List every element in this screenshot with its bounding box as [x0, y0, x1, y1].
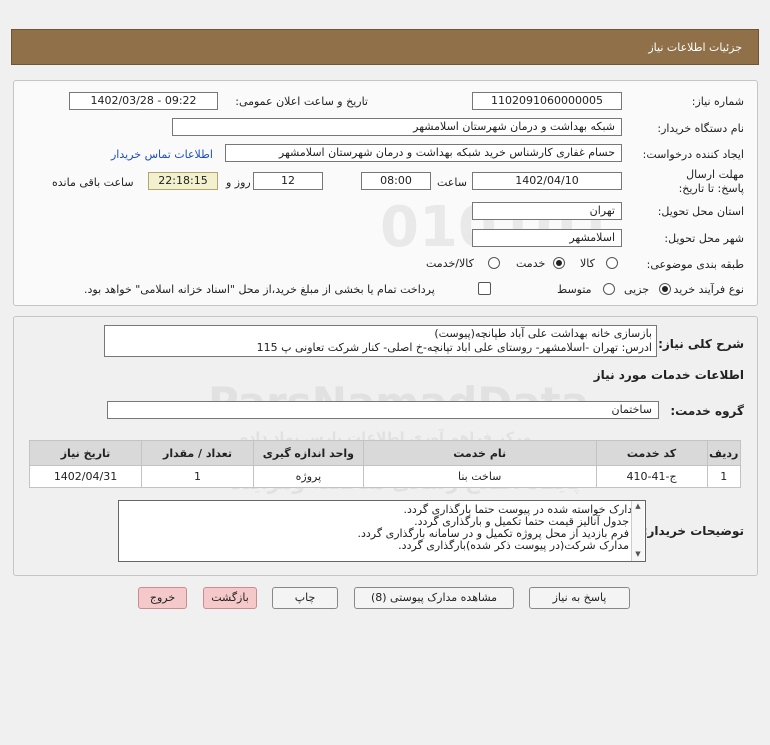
category-goods-service-radio[interactable]	[488, 257, 500, 269]
cell-unit: پروژه	[253, 465, 364, 488]
deadline-time-field[interactable]: 08:00	[361, 172, 431, 190]
service-group-field[interactable]: ساختمان	[107, 401, 659, 419]
remaining-time-field: 22:18:15	[148, 172, 218, 190]
remaining-time-label: ساعت باقی مانده	[52, 176, 134, 189]
category-service-label: خدمت	[516, 257, 546, 270]
col-header-service-code: کد خدمت	[595, 440, 708, 466]
col-header-row-number: ردیف	[706, 440, 741, 466]
buyer-notes-label: توضیحات خریدار:	[642, 524, 744, 538]
province-field[interactable]: تهران	[472, 202, 622, 220]
announce-datetime-label: تاریخ و ساعت اعلان عمومی:	[235, 95, 368, 108]
col-header-quantity: تعداد / مقدار	[141, 440, 255, 466]
page-title: جزئیات اطلاعات نیاز	[648, 41, 742, 54]
process-type-label: نوع فرآیند خرید :	[666, 283, 744, 296]
deadline-time-label: ساعت	[437, 176, 467, 189]
cell-quantity: 1	[141, 465, 255, 488]
process-medium-radio[interactable]	[603, 283, 615, 295]
need-info-panel	[13, 80, 758, 306]
deadline-date-field[interactable]: 1402/04/10	[472, 172, 622, 190]
need-number-field[interactable]: 1102091060000005	[472, 92, 622, 110]
table-row[interactable]: 1 ج-41-410 ساخت بنا پروژه 1 1402/04/31	[28, 465, 741, 488]
print-button[interactable]: چاپ	[272, 587, 338, 609]
buyer-note-line: • مدارک شرکت(در پیوست ذکر شده)بارگذاری گ…	[398, 539, 639, 552]
buyer-org-field[interactable]: شبکه بهداشت و درمان شهرستان اسلامشهر	[172, 118, 622, 136]
reply-button[interactable]: پاسخ به نیاز	[529, 587, 630, 609]
process-partial-label: جزیی	[624, 283, 650, 296]
col-header-unit: واحد اندازه گیری	[253, 440, 364, 466]
col-header-need-date: تاریخ نیاز	[28, 440, 143, 466]
summary-label: شرح کلی نیاز:	[658, 337, 744, 351]
cell-need-date: 1402/04/31	[28, 465, 143, 488]
treasury-payment-checkbox[interactable]	[478, 282, 491, 295]
category-service-radio[interactable]	[553, 257, 565, 269]
cell-row-number: 1	[706, 465, 741, 488]
col-header-service-name: نام خدمت	[362, 440, 597, 466]
summary-box: بازسازی خانه بهداشت علی آباد طپانچه(پیوس…	[104, 325, 657, 357]
announce-datetime-field[interactable]: 1402/03/28 - 09:22	[69, 92, 218, 110]
page-header: جزئیات اطلاعات نیاز	[11, 29, 759, 65]
services-section-title: اطلاعات خدمات مورد نیاز	[593, 368, 744, 382]
cell-service-code: ج-41-410	[595, 465, 708, 488]
services-table: ردیف کد خدمت نام خدمت واحد اندازه گیری ت…	[28, 440, 741, 488]
buyer-notes-box: مدارک خواسته شده در پیوست حتما بارگذاری …	[118, 500, 646, 562]
process-partial-radio[interactable]	[659, 283, 671, 295]
view-attachments-button[interactable]: مشاهده مدارک پیوستی (8)	[354, 587, 514, 609]
creator-label: ایجاد کننده درخواست:	[642, 148, 744, 161]
city-field[interactable]: اسلامشهر	[472, 229, 622, 247]
city-label: شهر محل تحویل:	[664, 232, 744, 245]
process-medium-label: متوسط	[557, 283, 592, 296]
exit-button[interactable]: خروج	[138, 587, 187, 609]
scroll-down-icon[interactable]: ▼	[632, 549, 644, 559]
category-goods-radio[interactable]	[606, 257, 618, 269]
service-group-label: گروه خدمت:	[670, 404, 744, 418]
category-goods-service-label: کالا/خدمت	[426, 257, 474, 270]
back-button[interactable]: بازگشت	[203, 587, 257, 609]
category-goods-label: کالا	[580, 257, 595, 270]
province-label: استان محل تحویل:	[657, 205, 744, 218]
summary-line-2: ادرس: تهران -اسلامشهر- روستای علی اباد ت…	[256, 341, 652, 354]
category-label: طبقه بندی موضوعی:	[646, 258, 744, 271]
summary-line-1: بازسازی خانه بهداشت علی آباد طپانچه(پیوس…	[434, 327, 652, 340]
treasury-payment-note: پرداخت تمام یا بخشی از مبلغ خرید،از محل …	[84, 283, 435, 296]
deadline-label: مهلت ارسال پاسخ: تا تاریخ:	[678, 168, 744, 195]
buyer-contact-link[interactable]: اطلاعات تماس خریدار	[111, 148, 213, 161]
cell-service-name: ساخت بنا	[362, 465, 597, 488]
table-header-row: ردیف کد خدمت نام خدمت واحد اندازه گیری ت…	[28, 440, 741, 466]
scroll-up-icon[interactable]: ▲	[632, 501, 644, 511]
need-number-label: شماره نیاز:	[691, 95, 744, 108]
days-label: روز و	[226, 176, 251, 189]
creator-field[interactable]: حسام غفاری کارشناس خرید شبکه بهداشت و در…	[225, 144, 622, 162]
days-field[interactable]: 12	[253, 172, 323, 190]
buyer-notes-scrollbar[interactable]: ▲ ▼	[631, 501, 644, 561]
buyer-org-label: نام دستگاه خریدار:	[657, 122, 744, 135]
